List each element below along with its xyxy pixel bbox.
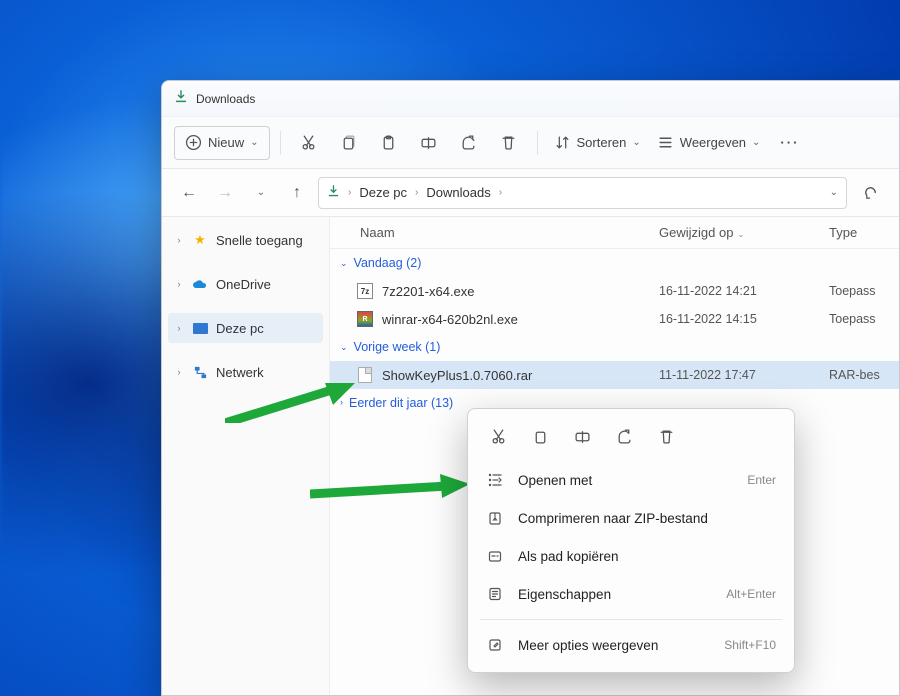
more-options-button[interactable]: ···: [770, 126, 809, 160]
command-bar: Nieuw ⌄ Sorteren ⌄ Weergeven ⌄ ···: [162, 117, 899, 169]
chevron-down-icon: ⌄: [340, 258, 348, 269]
star-icon: ★: [192, 232, 208, 248]
file-type: RAR-bes: [829, 368, 899, 382]
cloud-icon: [192, 276, 208, 292]
column-header-modified[interactable]: Gewijzigd op⌄: [659, 225, 829, 240]
more-options-icon: [486, 637, 504, 653]
sidebar-item-label: Snelle toegang: [216, 233, 303, 248]
back-button[interactable]: ←: [174, 178, 204, 208]
network-icon: [192, 364, 208, 380]
navigation-row: ← → ⌄ ↑ › Deze pc › Downloads › ⌄: [162, 169, 899, 217]
file-row-selected[interactable]: ShowKeyPlus1.0.7060.rar 11-11-2022 17:47…: [330, 361, 899, 389]
group-label: Eerder dit jaar (13): [349, 396, 453, 410]
file-row[interactable]: 7z 7z2201-x64.exe 16-11-2022 14:21 Toepa…: [330, 277, 899, 305]
context-delete-button[interactable]: [646, 419, 686, 453]
file-name: ShowKeyPlus1.0.7060.rar: [382, 368, 659, 383]
view-button[interactable]: Weergeven ⌄: [651, 126, 767, 160]
chevron-down-icon: ⌄: [632, 137, 640, 148]
chevron-down-icon[interactable]: ⌄: [830, 187, 838, 198]
sort-indicator-icon: ⌄: [733, 230, 744, 239]
exe-file-icon: R: [356, 310, 374, 328]
recent-locations-button[interactable]: ⌄: [246, 178, 276, 208]
navigation-pane: › ★ Snelle toegang › OneDrive › Deze pc …: [162, 217, 330, 695]
chevron-down-icon: ⌄: [340, 342, 348, 353]
refresh-button[interactable]: [853, 178, 887, 208]
downloads-folder-icon: [174, 90, 188, 107]
context-open-with[interactable]: Openen met Enter: [476, 461, 786, 499]
group-label: Vandaag (2): [354, 256, 422, 270]
chevron-right-icon: ›: [497, 187, 504, 198]
context-menu-icon-row: [476, 417, 786, 461]
context-rename-button[interactable]: [562, 419, 602, 453]
copy-button[interactable]: [331, 126, 367, 160]
context-show-more[interactable]: Meer opties weergeven Shift+F10: [476, 626, 786, 664]
file-date: 16-11-2022 14:15: [659, 312, 829, 326]
breadcrumb-thispc[interactable]: Deze pc: [359, 185, 407, 200]
delete-button[interactable]: [491, 126, 527, 160]
file-date: 11-11-2022 17:47: [659, 368, 829, 382]
sidebar-item-onedrive[interactable]: › OneDrive: [168, 269, 323, 299]
paste-button[interactable]: [371, 126, 407, 160]
monitor-icon: [192, 320, 208, 336]
context-copy-button[interactable]: [520, 419, 560, 453]
separator: [537, 131, 538, 155]
zip-icon: [486, 510, 504, 526]
sidebar-item-label: Deze pc: [216, 321, 264, 336]
group-header-today[interactable]: ⌄ Vandaag (2): [330, 249, 899, 277]
sort-button[interactable]: Sorteren ⌄: [548, 126, 647, 160]
chevron-down-icon: ⌄: [752, 137, 760, 148]
chevron-right-icon: ›: [174, 279, 184, 289]
chevron-right-icon: ›: [346, 187, 353, 198]
file-date: 16-11-2022 14:21: [659, 284, 829, 298]
up-button[interactable]: ↑: [282, 178, 312, 208]
sidebar-item-label: OneDrive: [216, 277, 271, 292]
rename-button[interactable]: [411, 126, 447, 160]
column-headers: Naam Gewijzigd op⌄ Type: [330, 217, 899, 249]
sidebar-item-label: Netwerk: [216, 365, 264, 380]
context-share-button[interactable]: [604, 419, 644, 453]
context-menu: Openen met Enter Comprimeren naar ZIP-be…: [467, 408, 795, 673]
chevron-right-icon: ›: [413, 187, 420, 198]
context-compress-zip[interactable]: Comprimeren naar ZIP-bestand: [476, 499, 786, 537]
breadcrumb-downloads[interactable]: Downloads: [426, 185, 490, 200]
copy-path-icon: [486, 548, 504, 564]
share-button[interactable]: [451, 126, 487, 160]
group-header-lastweek[interactable]: ⌄ Vorige week (1): [330, 333, 899, 361]
chevron-right-icon: ›: [174, 323, 184, 333]
chevron-right-icon: ›: [340, 397, 343, 407]
context-copy-path[interactable]: Als pad kopiëren: [476, 537, 786, 575]
new-button[interactable]: Nieuw ⌄: [174, 126, 270, 160]
column-header-type[interactable]: Type: [829, 225, 899, 240]
column-header-name[interactable]: Naam: [330, 225, 659, 240]
file-name: winrar-x64-620b2nl.exe: [382, 312, 659, 327]
separator: [280, 131, 281, 155]
file-type: Toepass: [829, 284, 899, 298]
address-bar[interactable]: › Deze pc › Downloads › ⌄: [318, 177, 847, 209]
context-properties[interactable]: Eigenschappen Alt+Enter: [476, 575, 786, 613]
context-cut-button[interactable]: [478, 419, 518, 453]
chevron-right-icon: ›: [174, 367, 184, 377]
properties-icon: [486, 586, 504, 602]
exe-file-icon: 7z: [356, 282, 374, 300]
cut-button[interactable]: [291, 126, 327, 160]
chevron-down-icon: ⌄: [250, 137, 258, 148]
open-with-icon: [486, 472, 504, 488]
downloads-folder-icon: [327, 185, 340, 201]
chevron-right-icon: ›: [174, 235, 184, 245]
sidebar-item-network[interactable]: › Netwerk: [168, 357, 323, 387]
title-bar[interactable]: Downloads: [162, 81, 899, 117]
rar-file-icon: [356, 366, 374, 384]
forward-button: →: [210, 178, 240, 208]
file-name: 7z2201-x64.exe: [382, 284, 659, 299]
group-label: Vorige week (1): [354, 340, 441, 354]
file-row[interactable]: R winrar-x64-620b2nl.exe 16-11-2022 14:1…: [330, 305, 899, 333]
context-separator: [480, 619, 782, 620]
sidebar-item-quick-access[interactable]: › ★ Snelle toegang: [168, 225, 323, 255]
file-type: Toepass: [829, 312, 899, 326]
window-title: Downloads: [196, 92, 255, 106]
sidebar-item-thispc[interactable]: › Deze pc: [168, 313, 323, 343]
